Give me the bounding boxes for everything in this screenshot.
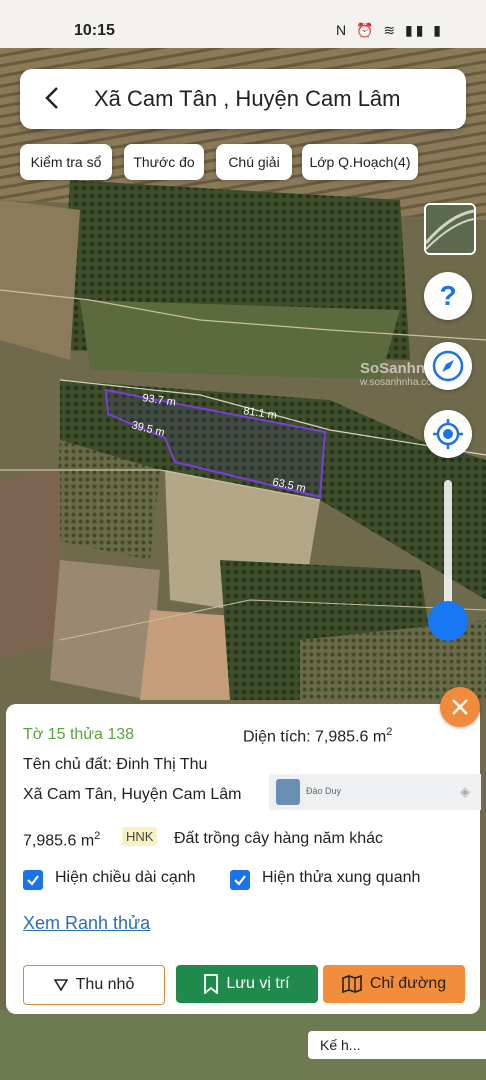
compass-icon [432,350,464,382]
avatar [276,779,300,805]
plan-toast-text: Kế h... [320,1037,361,1053]
area-label: Diện tích: 7,985.6 m2 [243,726,392,746]
check-icon [27,875,39,886]
area-label-text: Diện tích: 7,985.6 m [243,728,387,746]
area-value-text: 7,985.6 m [23,832,95,850]
status-bar: 10:15 N ⏰ ≋ ▮▮ ▮ [0,0,486,48]
bookmark-icon [204,974,219,994]
collapse-button[interactable]: Thu nhỏ [23,965,165,1005]
area-value: 7,985.6 m2 [23,830,100,850]
planning-layers-button[interactable]: Lớp Q.Hoạch(4) [302,144,418,180]
triangle-down-icon [53,979,68,991]
collapse-label: Thu nhỏ [75,976,135,993]
ad-banner[interactable] [269,774,481,810]
show-nearby-parcels-checkbox[interactable] [230,870,250,890]
land-code-badge: HNK [122,827,158,846]
back-arrow-icon[interactable] [38,83,68,113]
check-icon [234,875,246,886]
map-icon [342,975,362,993]
opacity-slider-thumb[interactable] [428,601,468,641]
show-edge-length-label[interactable]: Hiện chiều dài cạnh [55,869,196,887]
check-book-button[interactable]: Kiểm tra sổ [20,144,112,180]
save-location-label: Lưu vị trí [226,975,290,992]
compass-button[interactable] [424,342,472,390]
close-icon [452,699,468,715]
parcel-address: Xã Cam Tân, Huyện Cam Lâm [23,786,242,803]
satellite-thumbnail-icon [426,205,474,253]
directions-label: Chỉ đường [369,975,447,992]
view-parcel-boundary-link[interactable]: Xem Ranh thửa [23,913,150,934]
land-type: Đất trồng cây hàng năm khác [174,830,384,847]
crosshair-icon [433,419,463,449]
status-time: 10:15 [74,22,115,39]
save-location-button[interactable]: Lưu vị trí [176,965,318,1003]
ad-name: Đào Duy [306,786,342,796]
opacity-slider-track[interactable] [444,480,452,620]
layers-icon: ◈ [460,784,470,799]
my-location-button[interactable] [424,410,472,458]
owner-name: Tên chủ đất: Đinh Thị Thu [23,756,208,773]
close-button[interactable] [440,687,480,727]
legend-button[interactable]: Chú giải [216,144,292,180]
area-label-unit: 2 [386,726,393,738]
help-icon: ? [439,280,457,311]
show-edge-length-checkbox[interactable] [23,870,43,890]
status-icons: N ⏰ ≋ ▮▮ ▮ [336,22,444,38]
measure-button[interactable]: Thước đo [124,144,204,180]
directions-button[interactable]: Chỉ đường [323,965,465,1003]
area-value-unit: 2 [94,830,101,842]
show-nearby-parcels-label[interactable]: Hiện thửa xung quanh [262,869,420,887]
plan-toast[interactable]: Kế h... [308,1031,486,1059]
page-title: Xã Cam Tân , Huyện Cam Lâm [94,86,401,111]
map-type-button[interactable] [424,203,476,255]
help-button[interactable]: ? [424,272,472,320]
parcel-id: Tờ 15 thửa 138 [23,726,135,743]
location-header: Xã Cam Tân , Huyện Cam Lâm [20,69,466,129]
